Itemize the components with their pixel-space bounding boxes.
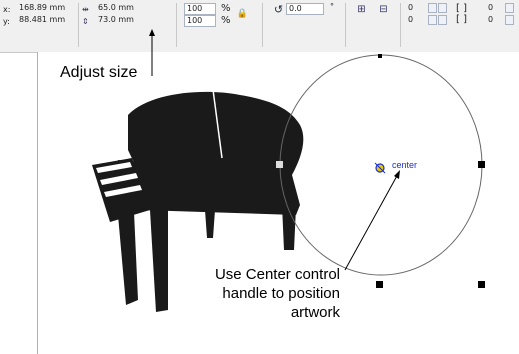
center-arrowhead: [394, 170, 400, 179]
right-handle[interactable]: [478, 161, 485, 168]
center-control-icon: [374, 162, 386, 174]
center-arrow: [344, 173, 399, 271]
bottom-handle[interactable]: [376, 281, 383, 288]
center-callout-line-2: handle to position: [222, 285, 340, 302]
center-callout-line-3: artwork: [290, 304, 340, 321]
top-handle[interactable]: [378, 54, 382, 58]
left-handle[interactable]: [276, 161, 283, 168]
adjust-size-arrowhead: [149, 29, 155, 36]
center-callout-line-1: Use Center control: [214, 266, 340, 283]
adjust-size-label: Adjust size: [60, 64, 138, 81]
bottom-right-handle[interactable]: [478, 281, 485, 288]
center-label: center: [392, 160, 418, 170]
